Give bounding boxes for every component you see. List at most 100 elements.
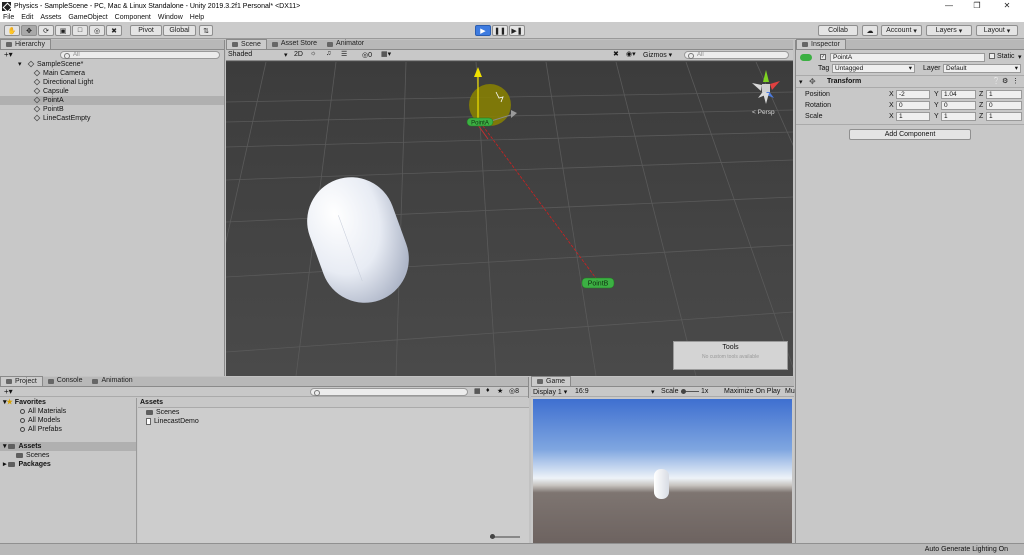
dropdown-arrow-icon[interactable]: ▾ xyxy=(284,51,288,59)
gizmos-dropdown[interactable]: Gizmos ▾ xyxy=(643,51,672,59)
layout-dropdown[interactable]: Layout ▾ xyxy=(976,25,1018,36)
static-checkbox[interactable] xyxy=(989,53,995,59)
toggle-2d-button[interactable]: 2D xyxy=(294,51,303,58)
create-plus-icon[interactable]: +▾ xyxy=(4,50,13,59)
minimize-icon[interactable]: — xyxy=(934,0,964,12)
projection-label[interactable]: < Persp xyxy=(752,109,775,116)
custom-tool-icon[interactable]: ✖ xyxy=(106,25,122,36)
object-name-field[interactable]: PointA xyxy=(830,53,985,62)
search-by-label-icon[interactable]: ♦ xyxy=(486,387,490,394)
hand-tool-icon[interactable]: ✋ xyxy=(4,25,20,36)
collab-button[interactable]: Collab xyxy=(818,25,858,36)
pause-button[interactable]: ❚❚ xyxy=(492,25,508,36)
assets-row[interactable]: ▾ Assets xyxy=(0,442,136,451)
effects-icon[interactable]: ☰ xyxy=(341,50,347,58)
rotation-x-field[interactable]: 0 xyxy=(896,101,930,110)
favorite-item[interactable]: All Materials xyxy=(0,407,136,416)
aspect-dropdown[interactable]: 16:9 xyxy=(575,388,589,395)
lighting-icon[interactable]: ☼ xyxy=(310,50,316,57)
scene-viewport[interactable]: PointA PointB < Persp xyxy=(226,62,793,376)
component-menu-icon[interactable]: ⋮ xyxy=(1012,77,1019,85)
menu-assets[interactable]: Assets xyxy=(40,14,61,21)
object-icon[interactable] xyxy=(800,54,812,61)
project-search-input[interactable] xyxy=(310,388,468,396)
tab-hierarchy[interactable]: Hierarchy xyxy=(0,39,51,49)
mute-audio-toggle[interactable]: Mu xyxy=(785,388,795,395)
scale-slider-handle[interactable] xyxy=(681,389,686,394)
game-viewport[interactable] xyxy=(533,399,792,543)
favorite-star-icon[interactable]: ★ xyxy=(497,387,503,395)
rect-tool-icon[interactable]: □ xyxy=(72,25,88,36)
snap-icon[interactable]: ⇅ xyxy=(199,25,213,36)
move-tool-icon[interactable]: ✥ xyxy=(21,25,37,36)
step-button[interactable]: ▶❚ xyxy=(509,25,525,36)
pivot-toggle[interactable]: Pivot xyxy=(130,25,162,36)
expand-arrow-icon[interactable]: ▸ xyxy=(3,461,7,468)
tab-animation[interactable]: Animation xyxy=(87,376,137,386)
tab-scene[interactable]: Scene xyxy=(226,39,267,49)
restore-icon[interactable]: ❐ xyxy=(962,0,992,12)
assets-child-row[interactable]: Scenes xyxy=(0,451,136,460)
expand-arrow-icon[interactable]: ▾ xyxy=(3,443,7,450)
hierarchy-item-selected[interactable]: PointA xyxy=(0,96,224,105)
menu-component[interactable]: Component xyxy=(115,14,151,21)
tab-console[interactable]: Console xyxy=(43,376,88,386)
display-dropdown[interactable]: Display 1 ▾ xyxy=(533,388,567,396)
asset-file-row[interactable]: LinecastDemo xyxy=(138,417,529,426)
menu-edit[interactable]: Edit xyxy=(21,14,33,21)
create-plus-icon[interactable]: +▾ xyxy=(4,387,13,396)
position-z-field[interactable]: 1 xyxy=(986,90,1022,99)
favorite-item[interactable]: All Prefabs xyxy=(0,425,136,434)
position-y-field[interactable]: 1.04 xyxy=(941,90,976,99)
close-icon[interactable]: ✕ xyxy=(992,0,1022,12)
tag-dropdown[interactable]: Untagged ▾ xyxy=(832,64,915,73)
maximize-on-play-toggle[interactable]: Maximize On Play xyxy=(724,388,780,395)
favorite-item[interactable]: All Models xyxy=(0,416,136,425)
expand-arrow-icon[interactable]: ▾ xyxy=(18,60,22,69)
favorites-row[interactable]: ▾★ Favorites xyxy=(0,398,136,407)
hierarchy-item[interactable]: Capsule xyxy=(0,87,224,96)
hierarchy-search-input[interactable]: All xyxy=(60,51,220,59)
scene-root-row[interactable]: ▾ SampleScene* xyxy=(0,60,224,69)
rotation-z-field[interactable]: 0 xyxy=(986,101,1022,110)
play-button[interactable]: ▶ xyxy=(475,25,491,36)
shading-dropdown[interactable]: Shaded xyxy=(228,51,252,58)
assets-breadcrumb[interactable]: Assets xyxy=(138,398,529,408)
menu-window[interactable]: Window xyxy=(158,14,183,21)
global-toggle[interactable]: Global xyxy=(163,25,196,36)
menu-gameobject[interactable]: GameObject xyxy=(68,14,107,21)
hierarchy-item[interactable]: Directional Light xyxy=(0,78,224,87)
hierarchy-item[interactable]: LineCastEmpty xyxy=(0,114,224,123)
grid-icon[interactable]: ▦▾ xyxy=(381,50,391,58)
hierarchy-item[interactable]: PointB xyxy=(0,105,224,114)
transform-header[interactable]: ▾ ✥ Transform ❔ ⚙ ⋮ xyxy=(796,76,1024,88)
asset-file-row[interactable]: Scenes xyxy=(138,408,529,417)
transform-tool-icon[interactable]: ◎ xyxy=(89,25,105,36)
scale-tool-icon[interactable]: ▣ xyxy=(55,25,71,36)
tab-inspector[interactable]: Inspector xyxy=(796,39,846,49)
tab-game[interactable]: Game xyxy=(531,376,572,386)
scene-search-input[interactable]: All xyxy=(684,51,789,59)
rotate-tool-icon[interactable]: ⟳ xyxy=(38,25,54,36)
position-x-field[interactable]: -2 xyxy=(896,90,930,99)
aspect-chevron-icon[interactable]: ▾ xyxy=(651,388,655,396)
menu-help[interactable]: Help xyxy=(190,14,204,21)
cloud-icon[interactable]: ☁ xyxy=(862,25,878,36)
expand-arrow-icon[interactable]: ▾ xyxy=(3,399,7,406)
tab-animator[interactable]: Animator xyxy=(322,39,369,49)
hierarchy-item[interactable]: Main Camera xyxy=(0,69,224,78)
audio-icon[interactable]: ♫ xyxy=(326,50,331,57)
preset-icon[interactable]: ⚙ xyxy=(1002,77,1008,85)
scale-z-field[interactable]: 1 xyxy=(986,112,1022,121)
tab-project[interactable]: Project xyxy=(0,376,43,386)
scale-y-field[interactable]: 1 xyxy=(941,112,976,121)
layer-dropdown[interactable]: Default ▾ xyxy=(943,64,1021,73)
zoom-slider-handle[interactable] xyxy=(490,534,495,539)
active-checkbox[interactable]: ✓ xyxy=(820,54,826,60)
static-dropdown-icon[interactable]: ▾ xyxy=(1018,53,1022,61)
hidden-packages-toggle[interactable]: ◎8 xyxy=(509,387,519,395)
foldout-arrow-icon[interactable]: ▾ xyxy=(799,78,803,86)
account-dropdown[interactable]: Account ▾ xyxy=(881,25,922,36)
tab-asset-store[interactable]: Asset Store xyxy=(267,39,322,49)
add-component-button[interactable]: Add Component xyxy=(849,129,971,140)
